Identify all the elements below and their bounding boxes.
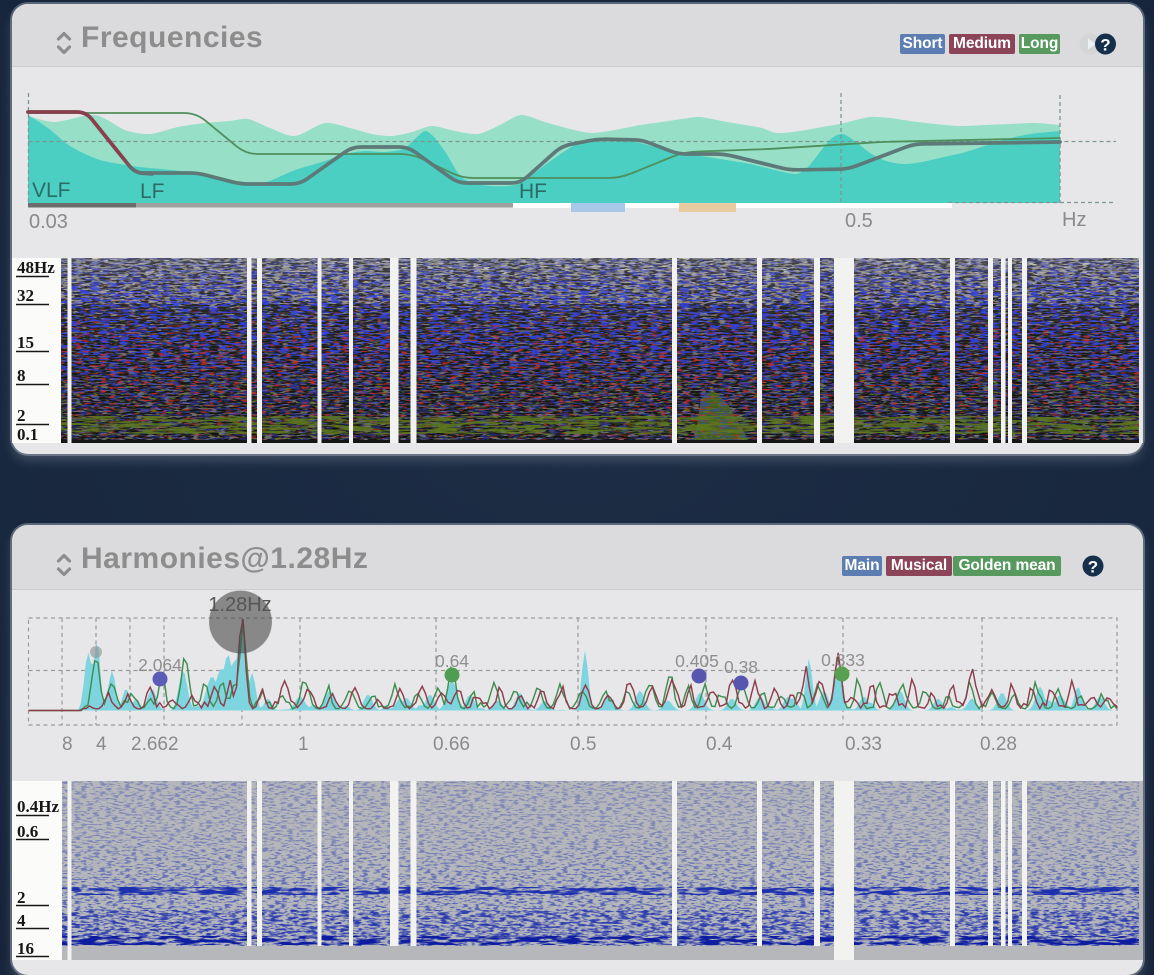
svg-text:0.4: 0.4 [706, 734, 733, 755]
svg-text:2: 2 [17, 406, 26, 425]
svg-text:16: 16 [17, 939, 34, 958]
svg-text:0.38: 0.38 [724, 657, 758, 677]
svg-text:0.1: 0.1 [17, 425, 38, 443]
svg-text:15: 15 [17, 333, 34, 352]
svg-text:0.6: 0.6 [17, 822, 38, 841]
svg-text:2.064: 2.064 [138, 655, 182, 675]
svg-text:48Hz: 48Hz [17, 258, 55, 277]
svg-text:?: ? [1088, 558, 1098, 577]
svg-text:8: 8 [62, 734, 73, 755]
svg-text:0.405: 0.405 [675, 651, 719, 671]
svg-text:LF: LF [140, 180, 165, 203]
svg-text:1: 1 [298, 734, 309, 755]
svg-text:2: 2 [17, 888, 26, 907]
svg-text:VLF: VLF [32, 179, 71, 202]
svg-text:?: ? [1100, 36, 1110, 55]
svg-text:1.28Hz: 1.28Hz [208, 594, 271, 616]
svg-text:4: 4 [17, 911, 26, 930]
svg-text:2.662: 2.662 [131, 734, 179, 755]
svg-text:32: 32 [17, 286, 34, 305]
svg-text:4: 4 [96, 734, 107, 755]
svg-text:0.03: 0.03 [29, 211, 68, 233]
svg-text:8: 8 [17, 366, 26, 385]
svg-text:0.33: 0.33 [845, 734, 882, 755]
svg-text:0.28: 0.28 [980, 734, 1017, 755]
svg-text:0.64: 0.64 [435, 651, 469, 671]
svg-text:0.4Hz: 0.4Hz [17, 797, 59, 816]
svg-text:HF: HF [519, 180, 547, 203]
svg-text:0.66: 0.66 [433, 734, 470, 755]
svg-text:Hz: Hz [1062, 209, 1086, 231]
svg-text:0.333: 0.333 [821, 650, 865, 670]
svg-text:0.5: 0.5 [570, 734, 596, 755]
svg-text:0.5: 0.5 [845, 210, 873, 232]
